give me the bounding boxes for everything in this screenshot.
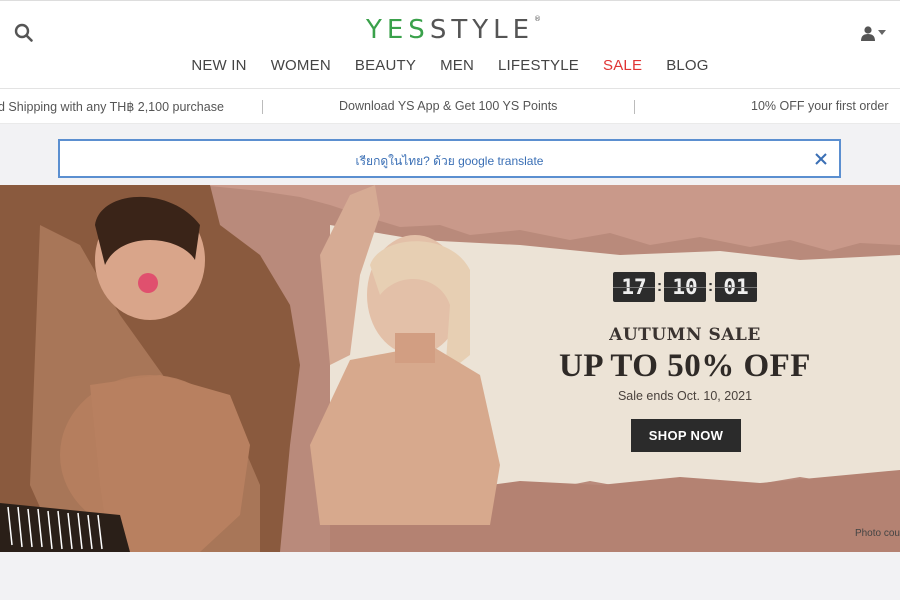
chevron-down-icon	[878, 30, 886, 35]
shop-now-button[interactable]: SHOP NOW	[631, 419, 741, 452]
hero-banner[interactable]: 17 : 10 : 01 AUTUMN SALE UP TO 50% OFF S…	[0, 185, 900, 552]
logo-style: STYLE	[429, 15, 535, 45]
logo-registered-mark: ®	[534, 15, 542, 23]
sale-end-date: Sale ends Oct. 10, 2021	[617, 389, 753, 403]
sale-headline: UP TO 50% OFF	[559, 348, 811, 384]
countdown-hours: 17	[613, 272, 655, 302]
user-icon	[861, 26, 875, 41]
countdown-separator: :	[656, 278, 663, 295]
countdown-seconds: 01	[715, 272, 757, 302]
promo-app[interactable]: Download YS App & Get 100 YS Points	[339, 99, 557, 113]
main-nav: NEW IN WOMEN BEAUTY MEN LIFESTYLE SALE B…	[0, 57, 900, 74]
nav-lifestyle[interactable]: LIFESTYLE	[486, 57, 591, 74]
countdown-separator: :	[707, 278, 714, 295]
promo-divider	[634, 100, 635, 114]
site-logo[interactable]: YESSTYLE®	[366, 15, 541, 45]
search-icon	[14, 23, 33, 42]
close-icon	[815, 153, 827, 165]
logo-yes: YES	[366, 15, 430, 45]
nav-sale[interactable]: SALE	[591, 57, 654, 74]
countdown-minutes: 10	[664, 272, 706, 302]
nav-women[interactable]: WOMEN	[259, 57, 343, 74]
translate-close-button[interactable]	[814, 152, 828, 166]
nav-blog[interactable]: BLOG	[654, 57, 720, 74]
promo-divider	[262, 100, 263, 114]
photo-credit: Photo cou	[854, 528, 900, 539]
promo-strip: d Shipping with any TH฿ 2,100 purchase D…	[0, 88, 900, 124]
sale-subtitle: AUTUMN SALE	[609, 325, 761, 345]
sale-countdown: 17 : 10 : 01	[613, 272, 757, 302]
search-button[interactable]	[14, 23, 34, 43]
account-menu-button[interactable]	[860, 23, 888, 43]
translate-banner: เรียกดูในไทย? ด้วย google translate	[58, 139, 841, 178]
site-header: YESSTYLE® NEW IN WOMEN BEAUTY MEN LIFEST…	[0, 0, 900, 88]
nav-beauty[interactable]: BEAUTY	[343, 57, 428, 74]
promo-first-order[interactable]: 10% OFF your first order	[751, 99, 889, 113]
nav-men[interactable]: MEN	[428, 57, 486, 74]
nav-new-in[interactable]: NEW IN	[179, 57, 258, 74]
promo-shipping[interactable]: d Shipping with any TH฿ 2,100 purchase	[0, 99, 224, 114]
translate-link[interactable]: เรียกดูในไทย? ด้วย google translate	[60, 152, 839, 171]
